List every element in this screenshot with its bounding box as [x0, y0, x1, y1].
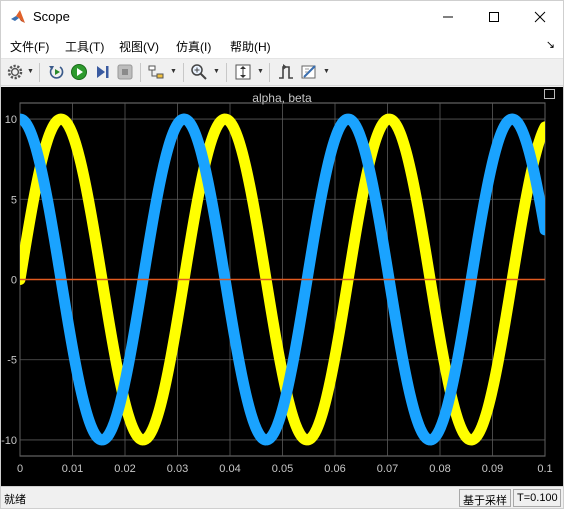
- highlight-dropdown-icon[interactable]: ▼: [170, 68, 177, 75]
- x-tick-label: 0.03: [167, 463, 188, 475]
- menu-help[interactable]: 帮助(H): [230, 38, 271, 55]
- menu-view[interactable]: 视图(V): [119, 38, 159, 55]
- maximize-button[interactable]: [471, 1, 517, 32]
- scope-window: Scope 文件(F) 工具(T) 视图(V) 仿真(I) 帮助(H) ↘ ▼: [0, 0, 564, 509]
- minimize-icon: [443, 16, 453, 17]
- zoom-dropdown-icon[interactable]: ▼: [213, 68, 220, 75]
- run-icon[interactable]: [70, 63, 88, 81]
- trigger-icon[interactable]: [277, 63, 295, 81]
- title-bar[interactable]: Scope: [1, 1, 563, 32]
- menu-simulation[interactable]: 仿真(I): [176, 38, 211, 55]
- x-tick-label: 0.07: [377, 463, 398, 475]
- y-tick-label: -10: [1, 435, 17, 447]
- plot-title: alpha, beta: [252, 91, 312, 105]
- settings-dropdown-icon[interactable]: ▼: [27, 68, 34, 75]
- y-tick-label: 10: [5, 114, 17, 126]
- menu-bar: 文件(F) 工具(T) 视图(V) 仿真(I) 帮助(H) ↘: [1, 32, 563, 59]
- highlight-block-icon[interactable]: [147, 63, 165, 81]
- autoscale-icon[interactable]: [234, 63, 252, 81]
- stop-icon[interactable]: [116, 63, 134, 81]
- sample-mode-indicator: 基于采样: [459, 489, 511, 507]
- x-tick-label: 0.09: [482, 463, 503, 475]
- toolbar-separator: [39, 63, 40, 82]
- status-text: 就绪: [4, 494, 26, 506]
- y-tick-label: -5: [7, 355, 17, 367]
- zoom-icon[interactable]: [190, 63, 208, 81]
- x-tick-label: 0.02: [114, 463, 135, 475]
- window-title: Scope: [33, 9, 70, 24]
- x-tick-label: 0.06: [324, 463, 345, 475]
- x-tick-label: 0.1: [537, 463, 552, 475]
- collapse-arrow-icon[interactable]: ↘: [546, 38, 555, 51]
- close-icon: [534, 11, 546, 22]
- measure-dropdown-icon[interactable]: ▼: [323, 68, 330, 75]
- toolbar-separator: [269, 63, 270, 82]
- toolbar-separator: [226, 63, 227, 82]
- x-tick-label: 0.08: [429, 463, 450, 475]
- menu-tools[interactable]: 工具(T): [65, 38, 104, 55]
- y-tick-label: 0: [11, 275, 17, 287]
- menu-file[interactable]: 文件(F): [10, 38, 49, 55]
- autoscale-dropdown-icon[interactable]: ▼: [257, 68, 264, 75]
- maximize-icon: [489, 11, 499, 22]
- plot-canvas: 0 0.01 0.02 0.03 0.04 0.05 0.06 0.07 0.08 0.09 0.1…: [1, 102, 553, 475]
- toolbar-separator: [183, 63, 184, 82]
- matlab-logo-icon: [11, 10, 25, 23]
- scope-display: 0 0.01 0.02 0.03 0.04 0.05 0.06 0.07 0.08 0.09 0.1…: [1, 87, 563, 486]
- restart-icon[interactable]: [47, 63, 65, 81]
- status-bar: 就绪 基于采样 T=0.100: [1, 486, 563, 508]
- measure-icon[interactable]: [300, 63, 318, 81]
- x-tick-label: 0.05: [272, 463, 293, 475]
- close-button[interactable]: [517, 1, 563, 32]
- x-tick-label: 0.04: [219, 463, 240, 475]
- settings-icon[interactable]: [6, 63, 24, 81]
- undock-button[interactable]: [544, 89, 555, 99]
- step-forward-icon[interactable]: [93, 63, 111, 81]
- y-tick-label: 5: [11, 194, 17, 206]
- x-tick-label: 0.01: [62, 463, 83, 475]
- minimize-button[interactable]: [425, 1, 471, 32]
- toolbar-separator: [140, 63, 141, 82]
- time-indicator: T=0.100: [513, 489, 561, 507]
- x-tick-label: 0: [17, 463, 23, 475]
- toolbar: ▼ ▼ ▼ ▼ ▼: [1, 59, 563, 86]
